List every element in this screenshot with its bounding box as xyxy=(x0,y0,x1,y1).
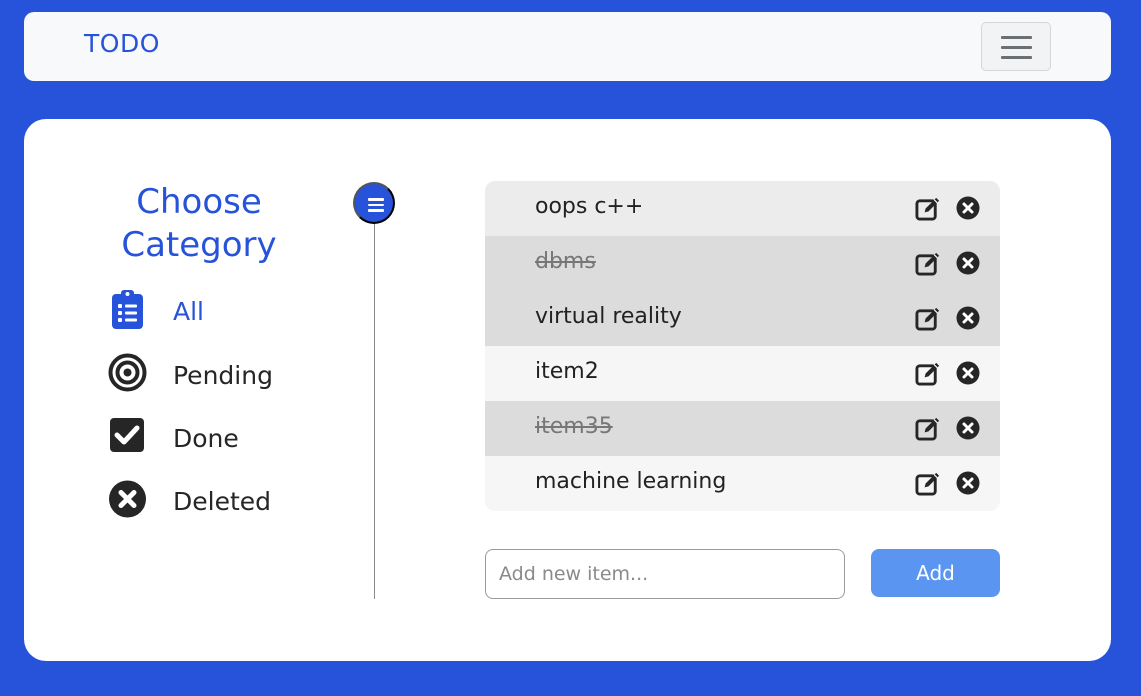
hamburger-icon xyxy=(1001,36,1032,39)
delete-icon[interactable] xyxy=(956,306,980,330)
edit-icon[interactable] xyxy=(915,250,942,277)
navbar: TODO xyxy=(24,12,1111,81)
main-card: Choose Category All Pending Done Deleted… xyxy=(24,119,1111,661)
category-label-all: All xyxy=(173,297,204,326)
category-label-done: Done xyxy=(173,424,239,453)
circle-x-icon xyxy=(109,480,146,518)
delete-icon[interactable] xyxy=(956,196,980,220)
todo-item[interactable]: virtual reality xyxy=(485,291,1000,346)
delete-icon[interactable] xyxy=(956,416,980,440)
category-toggle-button[interactable] xyxy=(353,182,395,224)
todo-item[interactable]: oops c++ xyxy=(485,181,1000,236)
edit-icon[interactable] xyxy=(915,415,942,442)
todo-item[interactable]: dbms xyxy=(485,236,1000,291)
todo-item[interactable]: item35 xyxy=(485,401,1000,456)
todo-text[interactable]: item35 xyxy=(535,414,613,439)
edit-icon[interactable] xyxy=(915,360,942,387)
edit-icon[interactable] xyxy=(915,470,942,497)
todo-list: oops c++ dbms virtual reality item2 item35 ma… xyxy=(485,181,1000,511)
todo-text[interactable]: virtual reality xyxy=(535,304,682,329)
todo-text[interactable]: oops c++ xyxy=(535,194,643,219)
delete-icon[interactable] xyxy=(956,251,980,275)
vertical-divider xyxy=(374,224,375,599)
category-heading: Choose Category xyxy=(121,182,277,265)
menu-toggle-button[interactable] xyxy=(981,22,1051,71)
checkbox-checked-icon xyxy=(110,418,144,452)
todo-text[interactable]: dbms xyxy=(535,249,596,274)
todo-item[interactable]: machine learning xyxy=(485,456,1000,511)
delete-icon[interactable] xyxy=(956,361,980,385)
edit-icon[interactable] xyxy=(915,305,942,332)
clipboard-list-icon xyxy=(112,290,143,329)
todo-item[interactable]: item2 xyxy=(485,346,1000,401)
new-item-input[interactable] xyxy=(485,549,845,599)
todo-text[interactable]: item2 xyxy=(535,359,599,384)
delete-icon[interactable] xyxy=(956,471,980,495)
category-label-pending: Pending xyxy=(173,361,273,390)
add-button[interactable]: Add xyxy=(871,549,1000,597)
edit-icon[interactable] xyxy=(915,195,942,222)
brand-logo[interactable]: TODO xyxy=(84,29,160,58)
todo-text[interactable]: machine learning xyxy=(535,469,726,494)
list-icon xyxy=(368,198,384,201)
target-icon xyxy=(108,353,147,392)
category-label-deleted: Deleted xyxy=(173,487,272,516)
